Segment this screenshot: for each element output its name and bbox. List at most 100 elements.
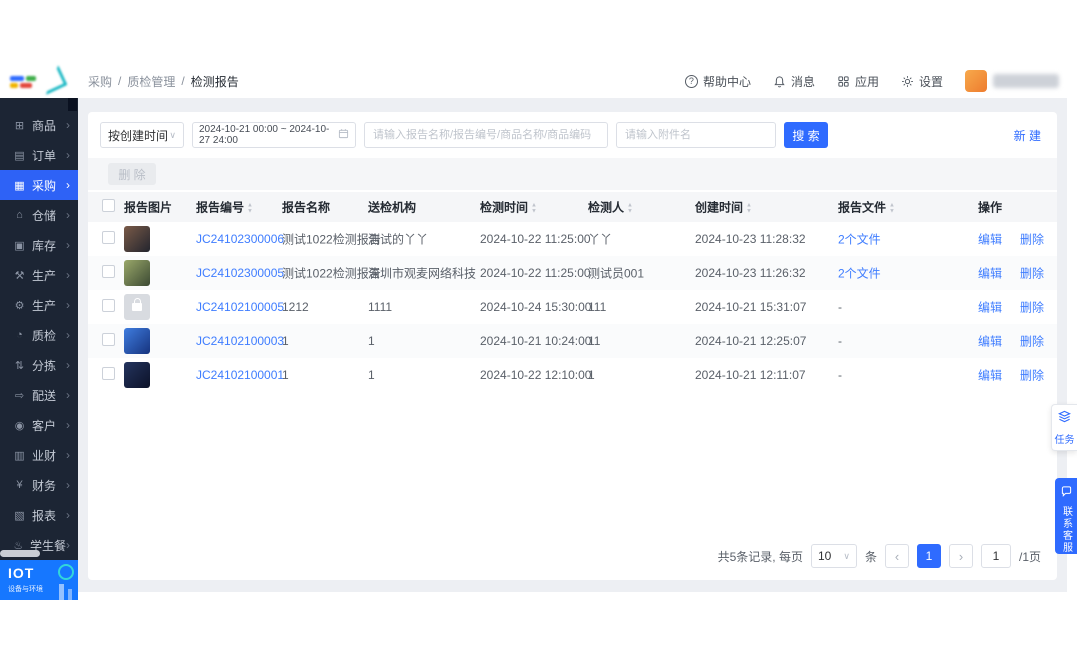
edit-link[interactable]: 编辑: [978, 301, 1002, 315]
delete-link[interactable]: 删除: [1020, 369, 1044, 383]
user-name-blurred: [993, 74, 1059, 88]
sidebar-scrollbar[interactable]: [0, 550, 40, 557]
edit-link[interactable]: 编辑: [978, 267, 1002, 281]
sort-icon[interactable]: ▲ ▼: [889, 202, 895, 214]
sidebar-item-purchase[interactable]: ▦ 采购 ›: [0, 170, 78, 200]
filter-type-select[interactable]: 按创建时间 ∨: [100, 122, 184, 148]
contact-support-fab[interactable]: 联系客服: [1055, 478, 1077, 554]
tasks-fab[interactable]: 任务: [1051, 404, 1077, 451]
date-range-picker[interactable]: 2024-10-21 00:00 ~ 2024-10-27 24:00: [192, 122, 356, 148]
bulk-delete-button[interactable]: 删 除: [108, 163, 156, 185]
sidebar-item-delivery[interactable]: ⇨ 配送 ›: [0, 380, 78, 410]
chevron-right-icon: ›: [66, 118, 70, 132]
report-files-link[interactable]: 2个文件: [838, 265, 881, 282]
report-no-link[interactable]: JC24102300006: [196, 232, 284, 246]
sidebar-item-customers[interactable]: ◉ 客户 ›: [0, 410, 78, 440]
help-center-button[interactable]: ? 帮助中心: [684, 73, 751, 90]
table-row: JC24102100001 1 1 2024-10-22 12:10:00 1 …: [88, 358, 1057, 392]
chevron-right-icon: ›: [66, 418, 70, 432]
report-thumbnail[interactable]: [124, 226, 150, 252]
select-all-checkbox[interactable]: [102, 199, 115, 212]
delete-link[interactable]: 删除: [1020, 335, 1044, 349]
gear-icon: [901, 75, 914, 88]
test-time: 2024-10-22 11:25:00: [480, 266, 591, 280]
page-size-select[interactable]: 10 ∨: [810, 544, 857, 568]
delete-link[interactable]: 删除: [1020, 233, 1044, 247]
report-thumbnail-locked[interactable]: [124, 294, 150, 320]
sidebar-item-quality[interactable]: ◔ 质检 ›: [0, 320, 78, 350]
settings-button[interactable]: 设置: [901, 73, 943, 90]
row-checkbox[interactable]: [102, 299, 115, 312]
sort-icon[interactable]: ▲ ▼: [531, 202, 537, 214]
current-page-button[interactable]: 1: [916, 544, 941, 568]
tester: 1: [588, 368, 595, 382]
search-button[interactable]: 搜 索: [784, 122, 828, 148]
column-header-tester[interactable]: 检测人 ▲ ▼: [588, 199, 633, 216]
report-files-link[interactable]: 2个文件: [838, 231, 881, 248]
customers-icon: ◉: [14, 419, 25, 432]
breadcrumb-item[interactable]: 采购: [88, 73, 112, 90]
new-report-button[interactable]: 新 建: [1014, 127, 1041, 144]
created-time: 2024-10-21 15:31:07: [695, 300, 807, 314]
sidebar-item-label: 商品: [32, 118, 57, 133]
report-no-link[interactable]: JC24102100001: [196, 368, 284, 382]
breadcrumb-item[interactable]: 质检管理: [127, 73, 175, 90]
row-checkbox[interactable]: [102, 333, 115, 346]
keyword-search-input[interactable]: [364, 122, 608, 148]
sidebar-item-production-2[interactable]: ⚙ 生产 ›: [0, 290, 78, 320]
sidebar-item-warehouse[interactable]: ⌂ 仓储 ›: [0, 200, 78, 230]
column-header-created-time[interactable]: 创建时间 ▲ ▼: [695, 199, 752, 216]
sidebar-item-business-finance[interactable]: ▥ 业财 ›: [0, 440, 78, 470]
bulk-actions-toolbar: 删 除: [88, 158, 1057, 190]
chevron-right-icon: ›: [66, 328, 70, 342]
sort-icon[interactable]: ▲ ▼: [247, 202, 253, 214]
report-no-link[interactable]: JC24102300005: [196, 266, 284, 280]
chevron-right-icon: ›: [66, 448, 70, 462]
prev-page-button[interactable]: ‹: [884, 544, 909, 568]
column-header-report-no[interactable]: 报告编号 ▲ ▼: [196, 199, 253, 216]
user-menu[interactable]: [965, 70, 1059, 92]
column-header-files[interactable]: 报告文件 ▲ ▼: [838, 199, 895, 216]
sidebar: ⊞ 商品 › ▤ 订单 › ▦ 采购 › ⌂ 仓储 › ▣ 库存 › ⚒ 生产 › ⚙ 生产 › ◔ 质检 › …: [0, 98, 78, 560]
row-checkbox[interactable]: [102, 231, 115, 244]
sidebar-item-goods[interactable]: ⊞ 商品 ›: [0, 110, 78, 140]
delete-link[interactable]: 删除: [1020, 267, 1044, 281]
report-no-link[interactable]: JC24102100005: [196, 300, 284, 314]
iot-brand-block[interactable]: IOT 设备与环境: [0, 560, 78, 600]
delete-link[interactable]: 删除: [1020, 301, 1044, 315]
report-no-link[interactable]: JC24102100003: [196, 334, 284, 348]
messages-button[interactable]: 消息: [773, 73, 815, 90]
page-jump-input[interactable]: [980, 544, 1011, 568]
lock-icon: [132, 298, 142, 311]
report-thumbnail[interactable]: [124, 260, 150, 286]
sidebar-item-reports[interactable]: ▧ 报表 ›: [0, 500, 78, 530]
row-checkbox[interactable]: [102, 265, 115, 278]
column-header-test-time[interactable]: 检测时间 ▲ ▼: [480, 199, 537, 216]
row-checkbox[interactable]: [102, 367, 115, 380]
inventory-icon: ▣: [14, 239, 25, 252]
edit-link[interactable]: 编辑: [978, 369, 1002, 383]
app-window: 采购 / 质检管理 / 检测报告 ? 帮助中心 消息 应用 设置 ⊞ 商品 › …: [0, 0, 1077, 663]
sidebar-item-production-1[interactable]: ⚒ 生产 ›: [0, 260, 78, 290]
sidebar-item-label: 质检: [32, 328, 57, 343]
sidebar-item-orders[interactable]: ▤ 订单 ›: [0, 140, 78, 170]
edit-link[interactable]: 编辑: [978, 335, 1002, 349]
report-thumbnail[interactable]: [124, 362, 150, 388]
chevron-down-icon: ∨: [843, 550, 850, 561]
chevron-right-icon: ›: [66, 538, 70, 552]
sidebar-item-inventory[interactable]: ▣ 库存 ›: [0, 230, 78, 260]
delivery-icon: ⇨: [14, 389, 25, 402]
bell-icon: [773, 75, 786, 88]
sidebar-item-finance[interactable]: ¥ 财务 ›: [0, 470, 78, 500]
report-thumbnail[interactable]: [124, 328, 150, 354]
sort-icon[interactable]: ▲ ▼: [627, 202, 633, 214]
sort-icon[interactable]: ▲ ▼: [746, 202, 752, 214]
attachment-search-input[interactable]: [616, 122, 776, 148]
next-page-button[interactable]: ›: [948, 544, 973, 568]
chevron-right-icon: ›: [66, 178, 70, 192]
apps-button[interactable]: 应用: [837, 73, 879, 90]
avatar: [965, 70, 987, 92]
sidebar-item-sorting[interactable]: ⇅ 分拣 ›: [0, 350, 78, 380]
apps-grid-icon: [837, 75, 850, 88]
edit-link[interactable]: 编辑: [978, 233, 1002, 247]
